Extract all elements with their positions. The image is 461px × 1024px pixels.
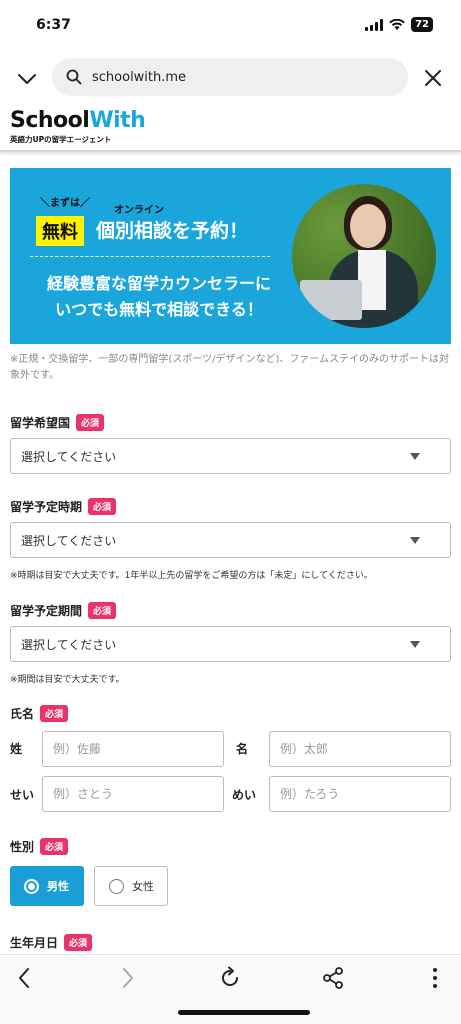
dropdown-arrow-icon [410,641,420,648]
period-label: 留学予定期間 必須 [10,602,117,619]
period-select-value: 選択してください [21,637,117,652]
mei-kana-label: めい [232,788,257,802]
forward-icon[interactable] [114,965,140,991]
dropdown-arrow-icon [410,453,420,460]
site-header: SchoolWith 英語力UPの留学エージェント [0,104,461,152]
logo-tagline: 英語力UPの留学エージェント [10,135,112,144]
radio-checked-icon [24,878,39,894]
more-icon[interactable] [422,965,448,991]
sei-input[interactable] [42,731,224,767]
gender-male-label: 男性 [47,880,69,893]
country-label: 留学希望国 必須 [10,414,105,431]
gender-female-radio[interactable]: 女性 [94,866,168,906]
banner-online: オンライン [114,205,164,216]
required-badge: 必須 [64,934,93,951]
required-badge: 必須 [88,602,117,619]
period-select[interactable]: 選択してください [10,626,451,662]
logo-with-text: With [89,108,146,133]
status-icons: 72 [365,17,433,32]
home-indicator [178,1010,310,1015]
gender-male-radio[interactable]: 男性 [10,866,84,906]
wifi-icon [389,18,405,30]
period-label-text: 留学予定期間 [10,604,83,618]
timing-label-text: 留学予定時期 [10,500,83,514]
required-badge: 必須 [40,838,69,855]
search-icon [66,69,82,85]
country-select[interactable]: 選択してください [10,438,451,474]
timing-select[interactable]: 選択してください [10,522,451,558]
radio-unchecked-icon [109,878,124,894]
url-text: schoolwith.me [92,69,187,85]
share-icon[interactable] [320,965,346,991]
banner-line-1: 経験豊富な留学カウンセラーに [46,274,271,293]
logo-school-text: School [10,108,90,133]
banner-line-2: いつでも無料で相談できる！ [55,300,263,319]
mei-label: 名 [236,742,249,756]
mei-input[interactable] [269,731,451,767]
timing-note: ※時期は目安で大丈夫です。1年半以上先の留学をご希望の方は「未定」にしてください… [10,571,373,581]
period-note: ※期間は目安で大丈夫です。 [10,675,125,685]
banner-mazuha: ＼まずは／ [40,198,90,209]
consultation-banner[interactable]: ＼まずは／ 無料 オンライン 個別相談を予約！ 経験豊富な留学カウンセラーに い… [10,168,451,344]
close-icon[interactable] [421,66,445,90]
sei-kana-input[interactable] [42,776,224,812]
required-badge: 必須 [88,498,117,515]
signal-icon [365,18,384,31]
chevron-down-icon[interactable] [14,66,40,92]
browser-bar: schoolwith.me [0,58,461,98]
mei-kana-input[interactable] [269,776,451,812]
free-badge: 無料 [36,216,84,246]
timing-label: 留学予定時期 必須 [10,498,117,515]
gender-label-text: 性別 [10,840,35,854]
birthday-label-text: 生年月日 [10,936,59,950]
name-label: 氏名 必須 [10,705,69,722]
name-label-text: 氏名 [10,707,35,721]
banner-divider [30,256,270,257]
status-time: 6:37 [36,17,71,33]
country-label-text: 留学希望国 [10,416,71,430]
birthday-label: 生年月日 必須 [10,934,93,951]
reload-icon[interactable] [217,965,243,991]
schoolwith-logo[interactable]: SchoolWith [10,108,146,134]
counselor-photo [292,184,436,328]
banner-title: 個別相談を予約！ [96,220,249,242]
country-select-value: 選択してください [21,449,117,464]
required-badge: 必須 [76,414,105,431]
sei-label: 姓 [10,742,23,756]
battery-icon: 72 [411,17,433,32]
sei-kana-label: せい [10,788,35,802]
dropdown-arrow-icon [410,537,420,544]
support-notice: ※正規・交換留学、一部の専門留学(スポーツ/デザインなど)、ファームステイのみの… [10,354,450,381]
required-badge: 必須 [40,705,69,722]
timing-select-value: 選択してください [21,533,117,548]
gender-label: 性別 必須 [10,838,69,855]
status-bar: 6:37 72 [0,0,461,48]
gender-female-label: 女性 [132,880,154,893]
address-bar[interactable]: schoolwith.me [52,58,408,96]
back-icon[interactable] [12,965,38,991]
